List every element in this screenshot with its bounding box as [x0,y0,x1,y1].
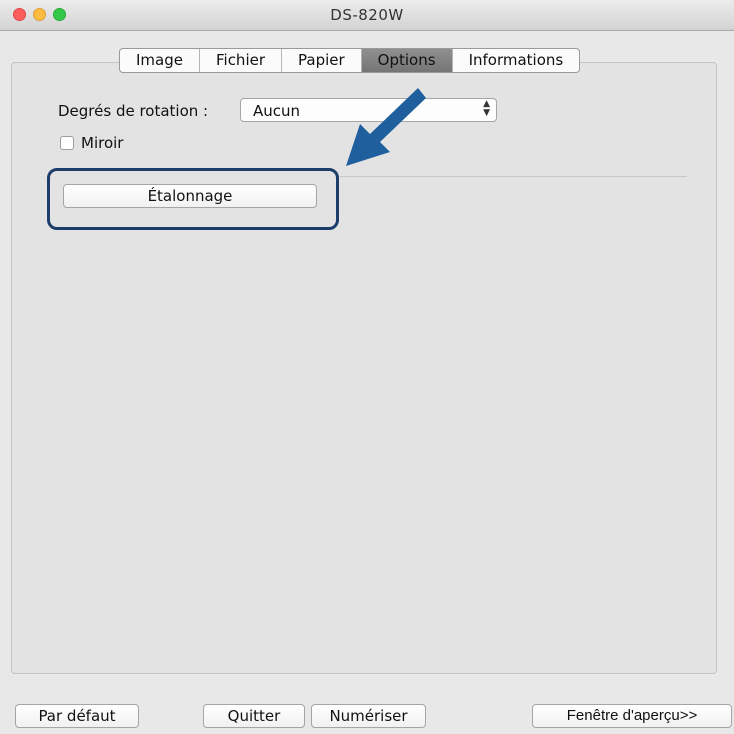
tab-image[interactable]: Image [120,49,200,72]
mirror-label[interactable]: Miroir [81,134,123,152]
up-down-arrows-icon: ▲ ▼ [483,99,490,118]
tab-bar: Image Fichier Papier Options Information… [119,48,581,73]
pointer-arrow-icon [346,88,426,166]
calibration-button[interactable]: Étalonnage [63,184,317,208]
tab-informations[interactable]: Informations [453,49,580,72]
rotation-label: Degrés de rotation : [58,102,209,120]
default-button[interactable]: Par défaut [15,704,139,728]
scanner-window: DS-820W Image Fichier Papier Options Inf… [0,0,734,734]
scan-button[interactable]: Numériser [311,704,426,728]
rotation-select-value: Aucun [253,102,301,120]
mirror-checkbox[interactable] [60,136,74,150]
title-bar[interactable]: DS-820W [0,0,734,31]
window-title: DS-820W [330,6,404,24]
tab-papier[interactable]: Papier [282,49,362,72]
quit-button[interactable]: Quitter [203,704,305,728]
section-divider [340,176,687,177]
preview-window-button[interactable]: Fenêtre d'aperçu>> [532,704,732,728]
tab-fichier[interactable]: Fichier [200,49,283,72]
tab-options[interactable]: Options [361,49,453,72]
